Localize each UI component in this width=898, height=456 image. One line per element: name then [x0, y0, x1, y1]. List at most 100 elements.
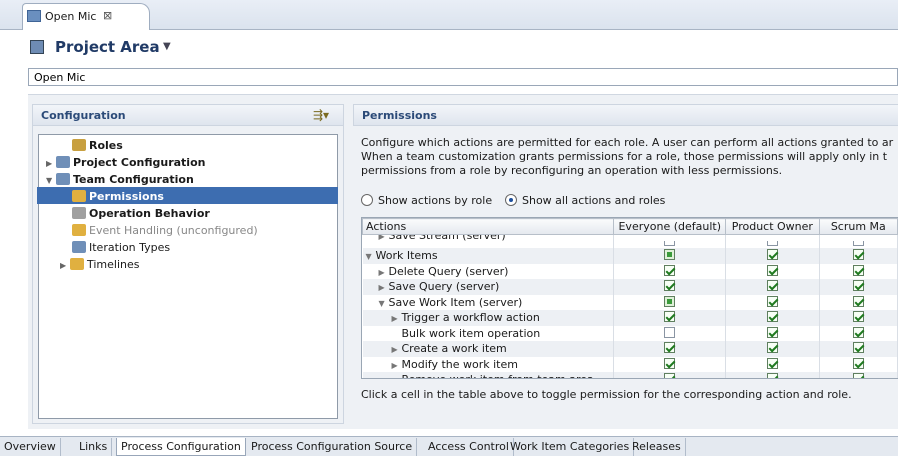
tree-item[interactable]: ▼ Team Configuration: [46, 171, 194, 188]
permission-cell[interactable]: [819, 356, 898, 372]
permission-cell[interactable]: [613, 372, 727, 378]
permission-checkbox-empty[interactable]: [766, 241, 778, 246]
permission-checkbox-checked[interactable]: [766, 373, 778, 378]
collapsed-triangle-icon[interactable]: ▶: [379, 283, 389, 292]
permission-checkbox-checked[interactable]: [852, 295, 864, 307]
permission-checkbox-checked[interactable]: [664, 264, 676, 276]
bottom-tab[interactable]: Releases: [628, 438, 686, 456]
permission-checkbox-checked[interactable]: [664, 280, 676, 292]
tree-item[interactable]: ▶ Timelines: [60, 256, 140, 273]
permission-checkbox-checked[interactable]: [852, 249, 864, 261]
permission-checkbox-empty[interactable]: [664, 241, 676, 246]
collapsed-triangle-icon[interactable]: ▶: [392, 314, 402, 323]
bottom-tab[interactable]: Overview: [0, 438, 61, 456]
tree-item[interactable]: ▶ Project Configuration: [46, 154, 205, 171]
permission-cell[interactable]: [613, 310, 727, 326]
permission-cell[interactable]: [613, 294, 727, 310]
column-header-actions[interactable]: Actions: [362, 218, 615, 235]
table-row[interactable]: ▼ Work Items: [362, 248, 898, 264]
collapsed-triangle-icon[interactable]: ▶: [60, 257, 70, 274]
collapsed-triangle-icon[interactable]: ▶: [392, 345, 402, 354]
tree-item[interactable]: Permissions: [72, 188, 164, 205]
permission-cell[interactable]: [725, 234, 820, 248]
permissions-table-container[interactable]: Actions Everyone (default) Product Owner…: [361, 217, 898, 379]
permission-cell[interactable]: [725, 294, 820, 310]
permission-cell[interactable]: [819, 325, 898, 341]
permission-checkbox-checked[interactable]: [766, 280, 778, 292]
bottom-tab[interactable]: Process Configuration: [116, 438, 246, 456]
action-cell[interactable]: ▶ Save Query (server): [362, 279, 615, 295]
permission-cell[interactable]: [613, 248, 727, 264]
expanded-triangle-icon[interactable]: ▼: [46, 172, 56, 189]
permission-checkbox-checked[interactable]: [766, 249, 778, 261]
permission-cell[interactable]: [613, 234, 727, 248]
permission-checkbox-checked[interactable]: [852, 357, 864, 369]
permission-cell[interactable]: [725, 325, 820, 341]
permission-cell[interactable]: [819, 234, 898, 248]
permission-cell[interactable]: [613, 341, 727, 357]
permission-checkbox-checked[interactable]: [766, 311, 778, 323]
table-row[interactable]: ▶ Delete Query (server): [362, 263, 898, 279]
table-row[interactable]: ▶ Modify the work item: [362, 356, 898, 372]
permission-checkbox-checked[interactable]: [852, 264, 864, 276]
permission-checkbox-checked[interactable]: [664, 373, 676, 378]
editor-tab-open-mic[interactable]: Open Mic ⊠: [22, 3, 150, 30]
permission-checkbox-empty[interactable]: [852, 241, 864, 246]
permission-checkbox-partial[interactable]: [664, 295, 676, 307]
action-cell[interactable]: ▶ Modify the work item: [362, 356, 615, 372]
bottom-tab[interactable]: Access Control: [424, 438, 514, 456]
column-header-product-owner[interactable]: Product Owner: [725, 218, 820, 235]
collapsed-triangle-icon[interactable]: ▶: [379, 268, 389, 277]
permission-cell[interactable]: [725, 341, 820, 357]
permission-checkbox-checked[interactable]: [852, 280, 864, 292]
tree-item[interactable]: Iteration Types: [72, 239, 170, 256]
bottom-tab[interactable]: Work Item Categories: [506, 438, 635, 456]
action-cell[interactable]: Remove work item from team area: [362, 372, 615, 378]
table-row[interactable]: ▶ Trigger a workflow action: [362, 310, 898, 326]
radio-show-by-role[interactable]: Show actions by role: [361, 193, 492, 209]
permission-cell[interactable]: [725, 356, 820, 372]
column-header-scrum-master[interactable]: Scrum Ma: [818, 218, 898, 235]
chevron-down-icon[interactable]: ▼: [163, 41, 171, 52]
permission-checkbox-empty[interactable]: [664, 326, 676, 338]
action-cell[interactable]: ▼ Work Items: [362, 248, 615, 264]
permission-cell[interactable]: [613, 263, 727, 279]
permission-cell[interactable]: [725, 310, 820, 326]
permission-cell[interactable]: [819, 263, 898, 279]
permission-cell[interactable]: [819, 279, 898, 295]
project-name-field[interactable]: [28, 68, 898, 86]
permission-checkbox-checked[interactable]: [852, 326, 864, 338]
permission-checkbox-checked[interactable]: [766, 357, 778, 369]
permission-checkbox-checked[interactable]: [766, 264, 778, 276]
permission-checkbox-checked[interactable]: [852, 342, 864, 354]
permission-checkbox-partial[interactable]: [664, 249, 676, 261]
tree-item[interactable]: Roles: [72, 137, 123, 154]
permission-checkbox-checked[interactable]: [664, 342, 676, 354]
tree-item[interactable]: Event Handling (unconfigured): [72, 222, 258, 239]
permission-checkbox-checked[interactable]: [852, 311, 864, 323]
table-row[interactable]: ▶ Save Query (server): [362, 279, 898, 295]
close-icon[interactable]: ⊠: [103, 9, 112, 22]
expanded-triangle-icon[interactable]: ▼: [366, 252, 376, 261]
column-header-everyone[interactable]: Everyone (default): [613, 218, 727, 235]
action-cell[interactable]: ▶ Create a work item: [362, 341, 615, 357]
table-row[interactable]: ▶ Save Stream (server): [362, 234, 898, 248]
table-row[interactable]: ▼ Save Work Item (server): [362, 294, 898, 310]
collapsed-triangle-icon[interactable]: ▶: [392, 361, 402, 370]
permission-checkbox-checked[interactable]: [664, 357, 676, 369]
action-cell[interactable]: ▶ Save Stream (server): [362, 234, 615, 248]
radio-show-all[interactable]: Show all actions and roles: [505, 193, 665, 209]
permission-cell[interactable]: [819, 294, 898, 310]
collapsed-triangle-icon[interactable]: ▶: [46, 155, 56, 172]
permission-checkbox-checked[interactable]: [852, 373, 864, 378]
permission-checkbox-checked[interactable]: [766, 295, 778, 307]
permission-cell[interactable]: [819, 310, 898, 326]
permission-cell[interactable]: [613, 325, 727, 341]
action-cell[interactable]: ▼ Save Work Item (server): [362, 294, 615, 310]
action-cell[interactable]: ▶ Delete Query (server): [362, 263, 615, 279]
permission-cell[interactable]: [725, 263, 820, 279]
bottom-tab[interactable]: Process Configuration Source: [247, 438, 418, 456]
table-row[interactable]: Bulk work item operation: [362, 325, 898, 341]
permission-checkbox-checked[interactable]: [766, 342, 778, 354]
collapsed-triangle-icon[interactable]: ▶: [379, 235, 389, 241]
